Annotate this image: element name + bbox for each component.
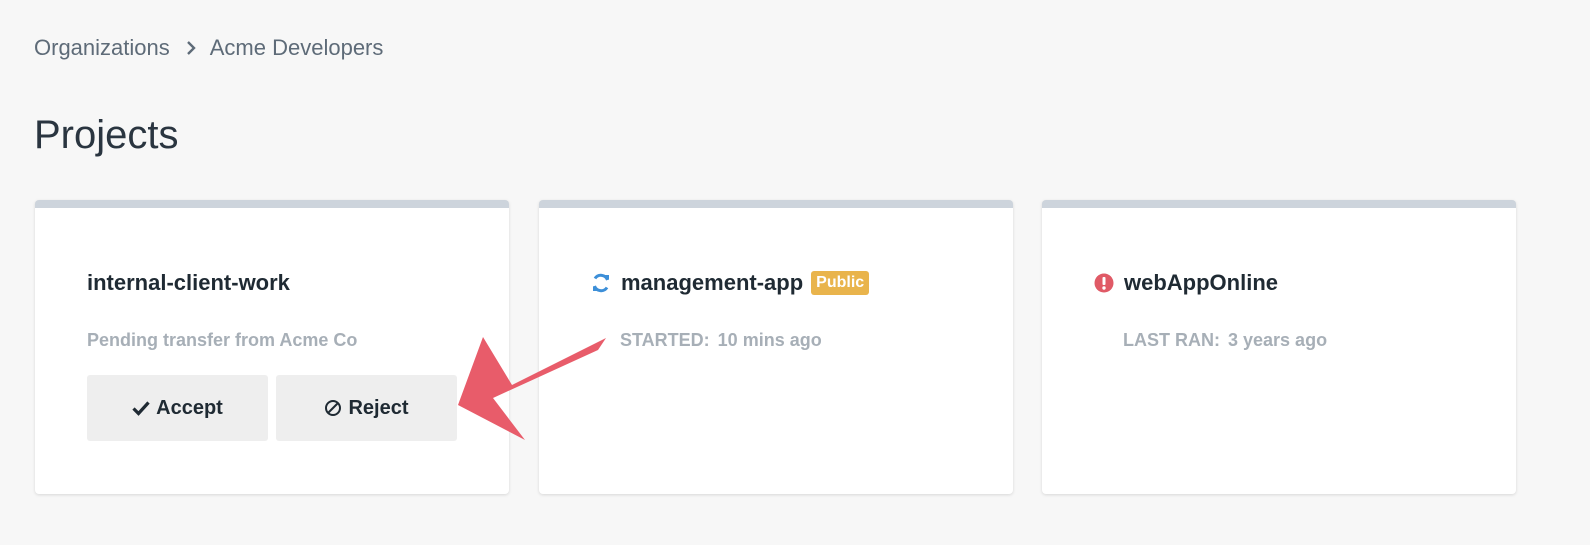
project-name[interactable]: webAppOnline (1124, 270, 1278, 296)
started-label: STARTED: (620, 330, 710, 350)
chevron-right-icon (186, 41, 196, 55)
reject-button[interactable]: Reject (276, 375, 457, 441)
project-card-webappinline: webAppOnline LAST RAN: 3 years ago (1042, 200, 1516, 494)
run-status: LAST RAN: 3 years ago (1123, 330, 1327, 351)
transfer-status-text: Pending transfer from Acme Co (87, 330, 358, 350)
page-title: Projects (34, 113, 179, 157)
project-card-management-app: management-app Public STARTED: 10 mins ag… (539, 200, 1013, 494)
card-title-row: webAppOnline (1094, 266, 1278, 300)
reject-label: Reject (348, 396, 409, 419)
project-name[interactable]: management-app (621, 270, 803, 296)
project-name[interactable]: internal-client-work (87, 270, 290, 296)
breadcrumb-organizations[interactable]: Organizations (34, 35, 170, 61)
breadcrumb: Organizations Acme Developers (34, 34, 383, 62)
error-icon (1094, 273, 1114, 293)
public-badge: Public (811, 271, 870, 295)
ban-icon (324, 399, 342, 417)
last-ran-value: 3 years ago (1228, 330, 1328, 350)
sync-icon (591, 273, 611, 293)
run-status: STARTED: 10 mins ago (620, 330, 822, 351)
started-value: 10 mins ago (717, 330, 822, 350)
project-card-internal-client-work: internal-client-work Pending transfer fr… (35, 200, 509, 494)
card-title-row: management-app Public (591, 266, 870, 300)
accept-label: Accept (156, 396, 223, 419)
last-ran-label: LAST RAN: (1123, 330, 1220, 350)
card-title-row: internal-client-work (87, 266, 290, 300)
checkmark-icon (132, 400, 150, 416)
breadcrumb-acme-developers[interactable]: Acme Developers (210, 35, 384, 61)
accept-button[interactable]: Accept (87, 375, 268, 441)
